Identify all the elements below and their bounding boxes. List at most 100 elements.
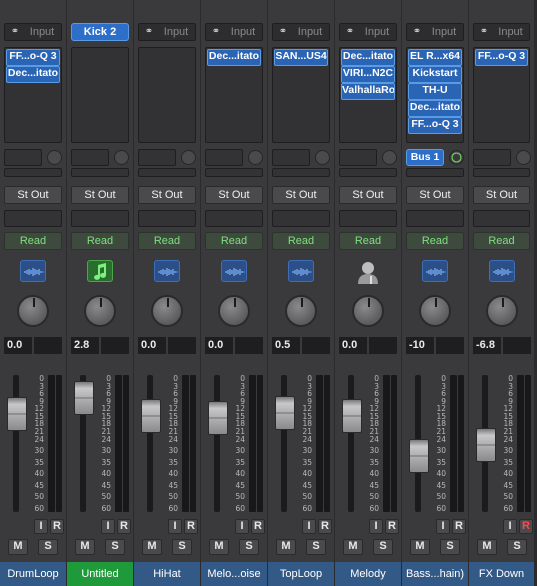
send-level-knob[interactable]	[382, 150, 397, 165]
peak-readout[interactable]	[34, 337, 62, 354]
send-level-knob[interactable]	[47, 150, 62, 165]
peak-readout[interactable]	[503, 337, 531, 354]
output-slot[interactable]: St Out	[71, 186, 129, 204]
peak-readout[interactable]	[168, 337, 196, 354]
send-slot-empty[interactable]	[406, 168, 464, 177]
input-slot[interactable]: ⚭ Input	[138, 23, 196, 41]
volume-fader-handle[interactable]	[208, 401, 228, 435]
volume-fader-track[interactable]	[147, 375, 153, 512]
automation-mode[interactable]: Read	[71, 232, 129, 250]
peak-readout[interactable]	[302, 337, 330, 354]
audio-fx-area[interactable]: SAN...US4	[272, 47, 330, 143]
input-monitor-button[interactable]: I	[235, 519, 249, 534]
solo-button[interactable]: S	[239, 539, 259, 555]
automation-mode[interactable]: Read	[473, 232, 530, 250]
send-slot[interactable]	[205, 149, 243, 166]
volume-fader-track[interactable]	[214, 375, 220, 512]
send-level-knob[interactable]	[248, 150, 263, 165]
plugin-slot[interactable]: FF...o-Q 3	[408, 117, 462, 134]
audio-fx-area[interactable]: FF...o-Q 3 Dec...itato	[4, 47, 62, 143]
mute-button[interactable]: M	[209, 539, 229, 555]
channel-name[interactable]: HiHat	[134, 562, 200, 586]
plugin-slot[interactable]: TH-U	[408, 83, 462, 100]
automation-mode[interactable]: Read	[138, 232, 196, 250]
pan-knob[interactable]	[285, 295, 317, 327]
solo-button[interactable]: S	[306, 539, 326, 555]
send-level-knob[interactable]	[449, 150, 464, 165]
output-slot[interactable]: St Out	[272, 186, 330, 204]
group-slot[interactable]	[339, 210, 397, 227]
audio-wave-icon[interactable]	[489, 260, 515, 282]
send-slot[interactable]	[138, 149, 176, 166]
send-slot[interactable]	[339, 149, 377, 166]
input-slot[interactable]: ⚭ Input	[272, 23, 330, 41]
mute-button[interactable]: M	[8, 539, 28, 555]
volume-fader-track[interactable]	[348, 375, 354, 512]
automation-mode[interactable]: Read	[4, 232, 62, 250]
audio-fx-area[interactable]: Dec...itato	[205, 47, 263, 143]
plugin-slot[interactable]: Dec...itato	[6, 66, 60, 83]
plugin-slot[interactable]: Dec...itato	[341, 49, 395, 66]
send-slot-empty[interactable]	[138, 168, 196, 177]
send-slot[interactable]: Bus 1	[406, 149, 444, 166]
solo-button[interactable]: S	[440, 539, 460, 555]
group-slot[interactable]	[138, 210, 196, 227]
group-slot[interactable]	[4, 210, 62, 227]
automation-mode[interactable]: Read	[406, 232, 464, 250]
volume-fader-handle[interactable]	[7, 397, 27, 431]
pan-knob[interactable]	[84, 295, 116, 327]
send-slot[interactable]	[71, 149, 109, 166]
volume-fader-track[interactable]	[13, 375, 19, 512]
send-slot-empty[interactable]	[339, 168, 397, 177]
output-slot[interactable]: St Out	[473, 186, 530, 204]
channel-name[interactable]: Melody	[335, 562, 401, 586]
audio-fx-area[interactable]: FF...o-Q 3	[473, 47, 530, 143]
mute-button[interactable]: M	[142, 539, 162, 555]
output-slot[interactable]: St Out	[205, 186, 263, 204]
link-icon[interactable]: ⚭	[7, 26, 23, 38]
audio-wave-icon[interactable]	[288, 260, 314, 282]
input-slot[interactable]: ⚭ Input	[473, 23, 530, 41]
audio-wave-icon[interactable]	[221, 260, 247, 282]
volume-readout[interactable]: 0.0	[4, 337, 32, 354]
volume-fader-handle[interactable]	[476, 428, 496, 462]
plugin-slot[interactable]: Dec...itato	[408, 100, 462, 117]
plugin-slot[interactable]: VIRI...N2C	[341, 66, 395, 83]
solo-button[interactable]: S	[172, 539, 192, 555]
output-slot[interactable]: St Out	[4, 186, 62, 204]
solo-button[interactable]: S	[373, 539, 393, 555]
input-monitor-button[interactable]: I	[101, 519, 115, 534]
channel-name[interactable]: Untitled	[67, 562, 133, 586]
group-slot[interactable]	[406, 210, 464, 227]
channel-name[interactable]: Melo...oise	[201, 562, 267, 586]
audio-wave-icon[interactable]	[20, 260, 46, 282]
send-slot-empty[interactable]	[272, 168, 330, 177]
output-slot[interactable]: St Out	[138, 186, 196, 204]
audio-fx-area[interactable]	[71, 47, 129, 143]
music-note-icon[interactable]	[87, 260, 113, 282]
plugin-slot[interactable]: Kickstart	[408, 66, 462, 83]
automation-mode[interactable]: Read	[205, 232, 263, 250]
send-slot[interactable]	[473, 149, 511, 166]
pan-knob[interactable]	[352, 295, 384, 327]
mute-button[interactable]: M	[410, 539, 430, 555]
volume-readout[interactable]: -10	[406, 337, 434, 354]
automation-mode[interactable]: Read	[339, 232, 397, 250]
record-enable-button[interactable]: R	[519, 519, 533, 534]
link-icon[interactable]: ⚭	[409, 26, 425, 38]
link-icon[interactable]: ⚭	[342, 26, 358, 38]
send-slot-empty[interactable]	[71, 168, 129, 177]
send-slot[interactable]	[272, 149, 310, 166]
mute-button[interactable]: M	[477, 539, 497, 555]
plugin-slot[interactable]: ValhallaRo	[341, 83, 395, 100]
mute-button[interactable]: M	[276, 539, 296, 555]
pan-knob[interactable]	[486, 295, 518, 327]
send-level-knob[interactable]	[114, 150, 129, 165]
link-icon[interactable]: ⚭	[141, 26, 157, 38]
pan-knob[interactable]	[151, 295, 183, 327]
volume-fader-handle[interactable]	[342, 399, 362, 433]
record-enable-button[interactable]: R	[452, 519, 466, 534]
volume-fader-handle[interactable]	[141, 399, 161, 433]
group-slot[interactable]	[71, 210, 129, 227]
record-enable-button[interactable]: R	[117, 519, 131, 534]
